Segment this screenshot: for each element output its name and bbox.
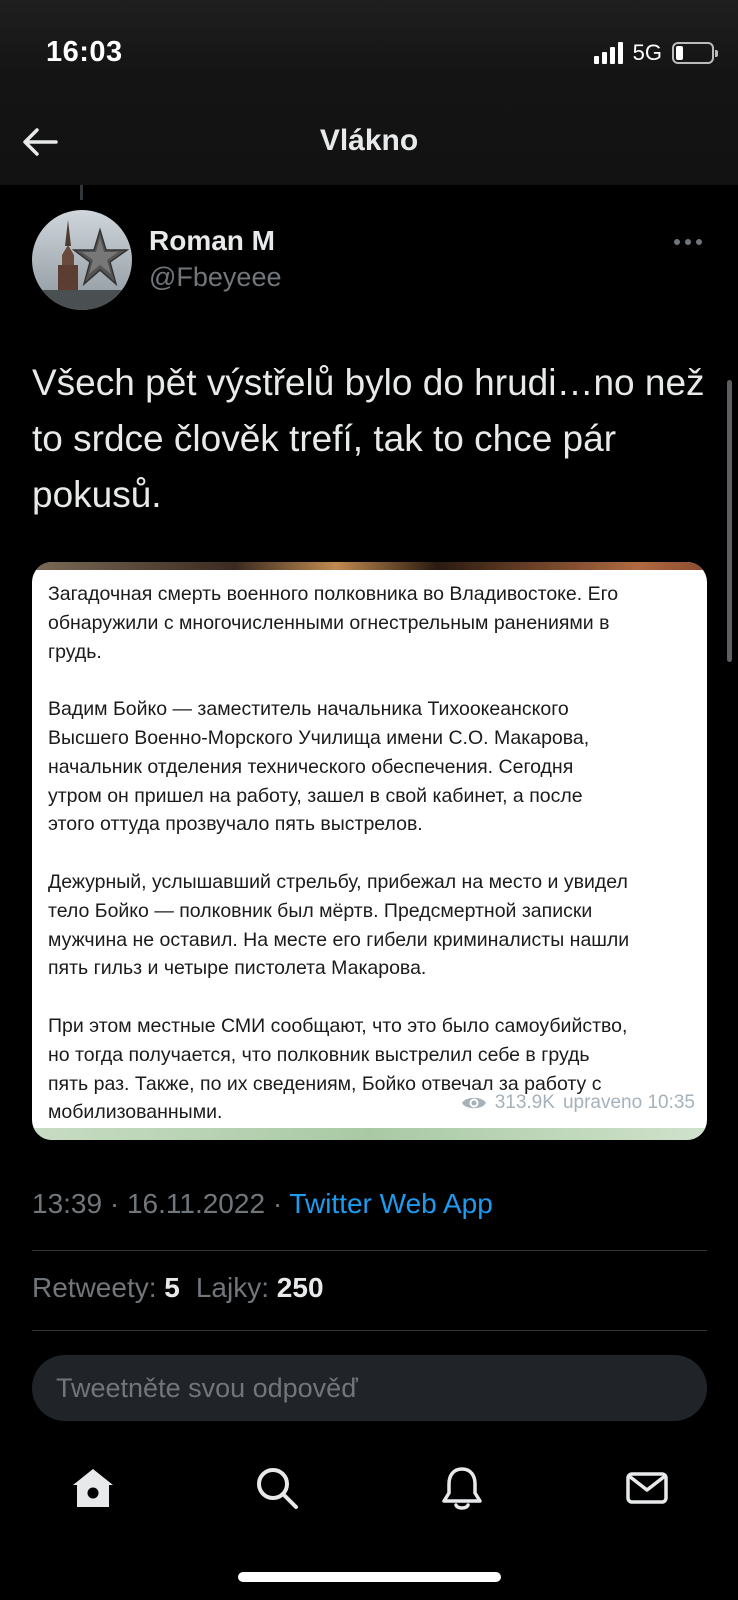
- network-type: 5G: [632, 40, 662, 65]
- scrollbar[interactable]: [727, 380, 732, 662]
- status-indicators: 5G: [593, 40, 718, 66]
- likes-count: 250: [276, 1272, 324, 1303]
- message-paragraph: Дежурный, услышавший стрельбу, прибежал …: [48, 870, 630, 980]
- image-bottom-edge: [32, 1128, 707, 1140]
- thread-connector: [80, 185, 83, 200]
- reply-input[interactable]: Tweetněte svou odpověď: [32, 1355, 707, 1421]
- view-count: 313.9K: [494, 1092, 555, 1113]
- likes-label: Lajky:: [195, 1272, 270, 1303]
- message-meta: 313.9K upraveno 10:35: [461, 1092, 695, 1114]
- messages-icon: [626, 1472, 668, 1504]
- thread-screen: 16:03 5G Vlákno Roman M @Fbeyeee Všech p…: [0, 0, 738, 1600]
- notifications-icon: [442, 1467, 482, 1510]
- author-handle[interactable]: @Fbeyeee: [149, 262, 281, 293]
- top-bar: 16:03 5G Vlákno: [0, 0, 738, 185]
- tab-messages[interactable]: [622, 1463, 672, 1513]
- retweets-label: Retweety:: [32, 1272, 157, 1303]
- page-title: Vlákno: [319, 124, 419, 157]
- home-icon: [73, 1469, 113, 1507]
- tweet-date: 16.11.2022: [126, 1188, 266, 1219]
- message-paragraph: Загадочная смерть военного полковника во…: [48, 583, 619, 663]
- tab-notifications[interactable]: [437, 1463, 487, 1513]
- tweet-timestamp: 13:39 · 16.11.2022 · Twitter Web App: [32, 1188, 493, 1219]
- retweets-stat[interactable]: Retweety: 5: [32, 1272, 180, 1304]
- author-name[interactable]: Roman M: [149, 225, 275, 257]
- tab-search[interactable]: [252, 1463, 302, 1513]
- divider: [32, 1330, 707, 1331]
- tweet-text: Všech pět výstřelů bylo do hrudi…no než …: [32, 362, 705, 515]
- message-card: Загадочная смерть военного полковника во…: [32, 570, 707, 1128]
- eye-icon: [461, 1097, 486, 1109]
- bottom-tab-bar: [0, 1455, 738, 1535]
- more-options-icon[interactable]: [670, 232, 706, 252]
- battery-level: [676, 46, 684, 60]
- retweets-count: 5: [164, 1272, 180, 1303]
- message-paragraph: Вадим Бойко — заместитель начальника Тих…: [48, 698, 590, 836]
- signal-icon: [593, 42, 623, 64]
- tweet-media-image[interactable]: Загадочная смерть военного полковника во…: [32, 562, 707, 1140]
- avatar[interactable]: [32, 210, 132, 310]
- home-indicator[interactable]: [238, 1572, 501, 1582]
- kremlin-tower-image: [32, 210, 132, 310]
- divider: [32, 1250, 707, 1251]
- tweet-stats: Retweety: 5 Lajky: 250: [32, 1272, 324, 1304]
- image-top-edge: [32, 562, 707, 570]
- likes-stat[interactable]: Lajky: 250: [196, 1272, 324, 1304]
- battery-icon: [672, 42, 718, 64]
- tab-home[interactable]: [68, 1463, 118, 1513]
- status-time: 16:03: [46, 36, 123, 68]
- tweet-time: 13:39: [32, 1188, 103, 1219]
- edited-label: upraveno 10:35: [562, 1092, 695, 1113]
- search-icon: [257, 1468, 298, 1509]
- tweet-source-link[interactable]: Twitter Web App: [289, 1188, 492, 1219]
